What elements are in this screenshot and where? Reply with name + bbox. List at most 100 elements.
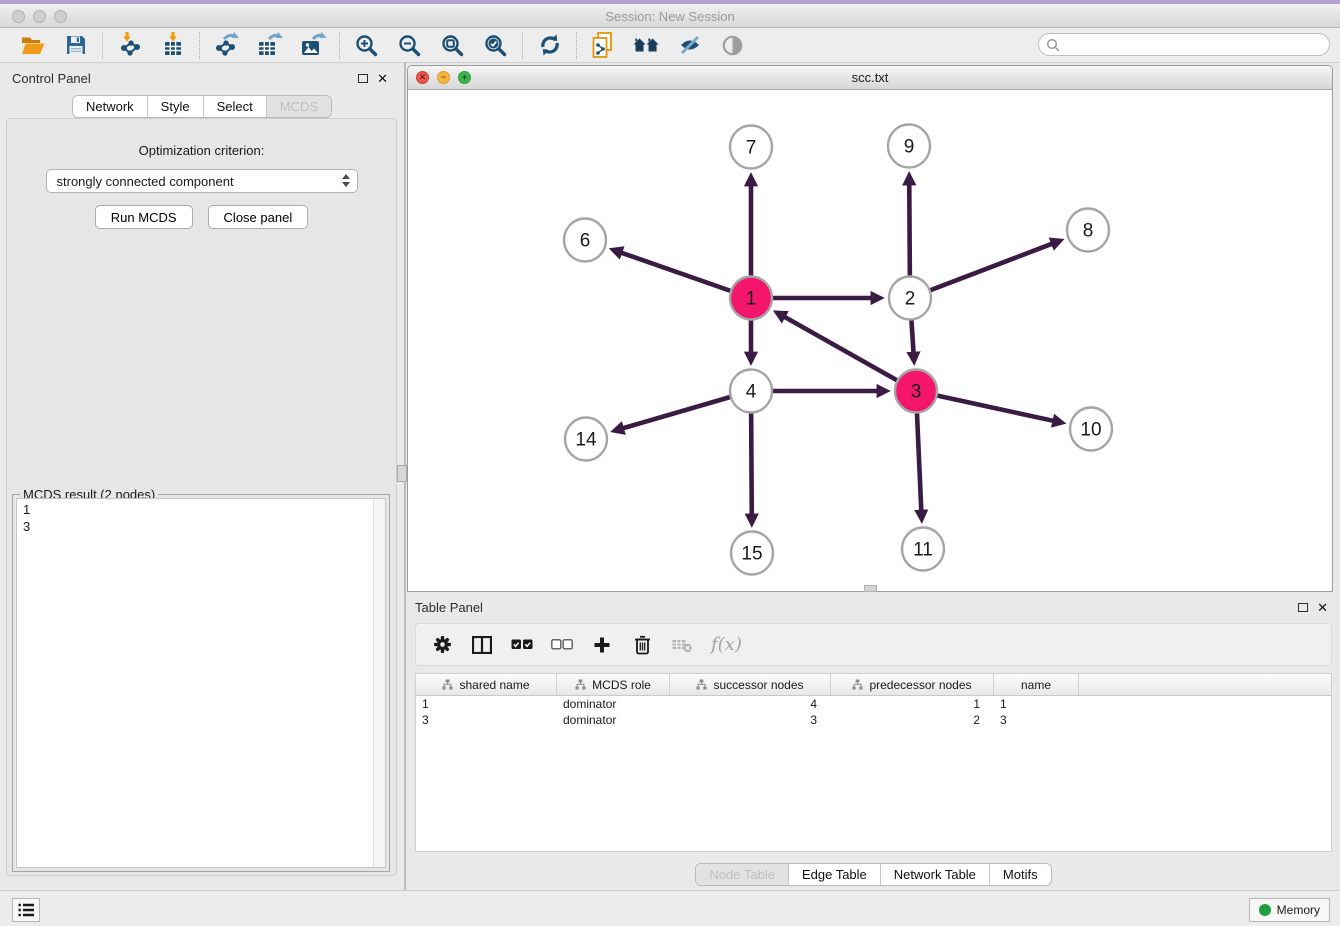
zoom-fit-icon[interactable] [439, 32, 466, 59]
hide-selected-icon[interactable] [676, 32, 703, 59]
control-panel: Control Panel ✕ NetworkStyleSelectMCDS O… [0, 63, 404, 890]
float-panel-icon[interactable] [358, 74, 368, 83]
table-panel: Table Panel ✕ [407, 597, 1340, 890]
cell-shared-name[interactable]: 1 [416, 697, 557, 711]
network-window-title: scc.txt [408, 70, 1332, 85]
column-header-MCDS-role[interactable]: MCDS role [557, 674, 670, 695]
memory-button[interactable]: Memory [1249, 898, 1330, 922]
cell-MCDS-role[interactable]: dominator [557, 697, 670, 711]
zoom-out-icon[interactable] [396, 32, 423, 59]
graph-edge-3-10[interactable] [937, 396, 1053, 421]
graph-node-label: 9 [904, 137, 915, 158]
graph-edge-2-9[interactable] [909, 184, 910, 276]
table-options-icon[interactable] [431, 634, 453, 656]
memory-label: Memory [1277, 903, 1320, 917]
view-group [577, 32, 759, 59]
clone-network-icon[interactable] [590, 32, 617, 59]
window-title: Session: New Session [0, 9, 1340, 24]
export-table-icon[interactable] [256, 32, 283, 59]
tab-network[interactable]: Network [73, 96, 147, 117]
column-header-predecessor-nodes[interactable]: predecessor nodes [831, 674, 994, 695]
export-network-icon[interactable] [213, 32, 240, 59]
result-scrollbar[interactable] [373, 499, 385, 867]
delete-columns-icon[interactable] [631, 634, 653, 656]
close-panel-button[interactable]: Close panel [208, 205, 309, 229]
graph-edge-1-6[interactable] [621, 253, 730, 291]
table-tabbar: Node TableEdge TableNetwork TableMotifs [407, 863, 1340, 886]
graph-edge-3-11[interactable] [917, 413, 921, 511]
tab-select[interactable]: Select [203, 96, 266, 117]
table-panel-title: Table Panel [415, 600, 483, 615]
open-session-icon[interactable] [19, 32, 46, 59]
import-network-icon[interactable] [116, 32, 143, 59]
create-column-icon[interactable] [591, 634, 613, 656]
cell-successor-nodes[interactable]: 3 [670, 713, 831, 727]
cell-predecessor-nodes[interactable]: 2 [831, 713, 994, 727]
zoom-selected-icon[interactable] [482, 32, 509, 59]
zoom-in-icon[interactable] [353, 32, 380, 59]
memory-status-icon [1259, 904, 1271, 916]
graph-node-label: 15 [741, 544, 762, 565]
column-header-shared-name[interactable]: shared name [416, 674, 557, 695]
column-header-label: predecessor nodes [869, 678, 971, 692]
cell-shared-name[interactable]: 3 [416, 713, 557, 727]
select-all-columns-icon[interactable] [511, 634, 533, 656]
graph-node-label: 2 [905, 289, 916, 310]
table-header-row: shared name MCDS role successor nodes prede… [416, 674, 1331, 696]
graph-edge-2-3[interactable] [911, 320, 913, 353]
control-panel-tabbar: NetworkStyleSelectMCDS [0, 95, 404, 118]
unselect-all-columns-icon[interactable] [551, 634, 573, 656]
graph-edge-4-14[interactable] [622, 397, 729, 428]
first-neighbors-icon[interactable] [633, 32, 660, 59]
show-columns-icon[interactable] [471, 634, 493, 656]
column-header-label: successor nodes [713, 678, 803, 692]
column-header-label: shared name [459, 678, 529, 692]
search-field[interactable] [1038, 33, 1330, 56]
cell-predecessor-nodes[interactable]: 1 [831, 697, 994, 711]
tab-mcds[interactable]: MCDS [266, 96, 331, 117]
list-icon [18, 903, 35, 917]
close-panel-icon[interactable]: ✕ [1317, 601, 1328, 614]
apply-layout-icon[interactable] [536, 32, 563, 59]
column-header-name[interactable]: name [994, 674, 1079, 695]
graph-edge-2-8[interactable] [931, 244, 1053, 291]
network-window-titlebar[interactable]: ✕ − + scc.txt [408, 66, 1332, 90]
cell-MCDS-role[interactable]: dominator [557, 713, 670, 727]
cell-name[interactable]: 3 [994, 713, 1079, 727]
tab-style[interactable]: Style [147, 96, 203, 117]
column-header-label: MCDS role [592, 678, 651, 692]
show-graphics-details-icon[interactable] [719, 32, 746, 59]
close-panel-icon[interactable]: ✕ [377, 72, 388, 85]
table-body: 1dominator4113dominator323 [416, 696, 1331, 728]
float-panel-icon[interactable] [1298, 603, 1308, 612]
tab-motifs[interactable]: Motifs [989, 864, 1051, 885]
run-mcds-button[interactable]: Run MCDS [95, 205, 193, 229]
cytoscape-app: Session: New Session [0, 0, 1340, 926]
cell-name[interactable]: 1 [994, 697, 1079, 711]
main-toolbar [0, 28, 1340, 63]
mcds-result-text[interactable]: 1 3 [16, 498, 386, 868]
splitter-handle[interactable] [397, 465, 407, 482]
dropdown-value: strongly connected component [57, 174, 234, 189]
column-header-successor-nodes[interactable]: successor nodes [670, 674, 831, 695]
tab-node-table[interactable]: Node Table [696, 864, 788, 885]
graph-edge-3-1[interactable] [784, 317, 897, 381]
cell-successor-nodes[interactable]: 4 [670, 697, 831, 711]
network-canvas[interactable]: 7968124314101511 [408, 90, 1332, 593]
task-history-button[interactable] [12, 898, 40, 922]
node-table: shared name MCDS role successor nodes prede… [415, 673, 1332, 852]
table-row[interactable]: 1dominator411 [416, 696, 1331, 712]
search-input[interactable] [1064, 36, 1329, 54]
network-resize-handle[interactable] [864, 585, 877, 592]
save-session-icon[interactable] [62, 32, 89, 59]
window-titlebar: Session: New Session [0, 0, 1340, 28]
table-row[interactable]: 3dominator323 [416, 712, 1331, 728]
mcds-result-group: MCDS result (2 nodes) 1 3 [12, 494, 390, 872]
export-image-icon[interactable] [299, 32, 326, 59]
tab-edge-table[interactable]: Edge Table [788, 864, 880, 885]
graph-edge-4-15[interactable] [751, 413, 752, 515]
optimization-criterion-select[interactable]: strongly connected component [46, 169, 358, 193]
mcds-panel: Optimization criterion: strongly connect… [6, 118, 397, 876]
tab-network-table[interactable]: Network Table [880, 864, 989, 885]
import-table-icon[interactable] [159, 32, 186, 59]
